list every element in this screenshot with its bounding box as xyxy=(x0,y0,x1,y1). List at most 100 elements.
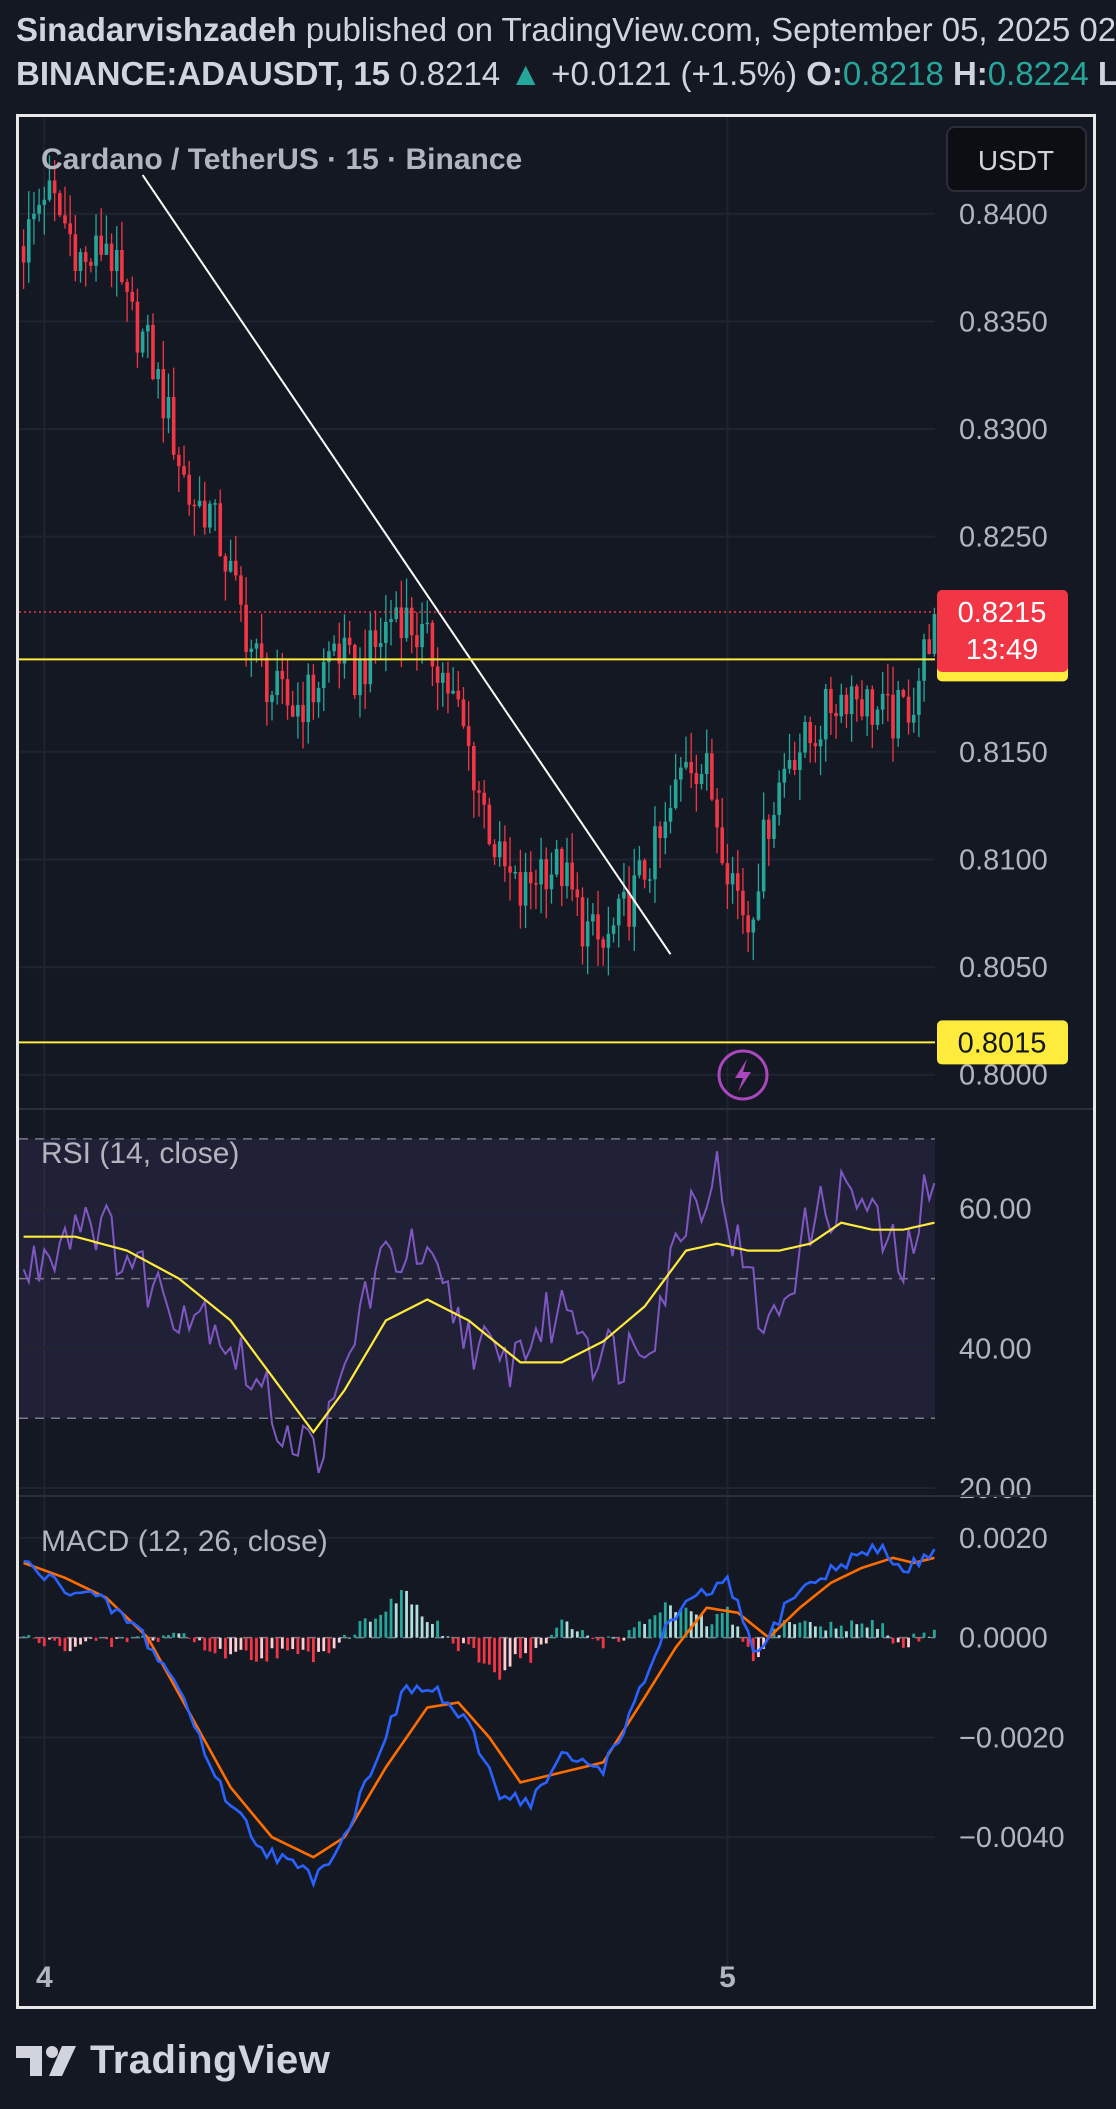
candle[interactable] xyxy=(409,597,414,654)
candle[interactable] xyxy=(735,850,740,920)
candle[interactable] xyxy=(710,738,714,802)
candle[interactable] xyxy=(78,248,83,283)
price-pane[interactable]: 0.8000 0.8050 0.8100 0.8150 0.8250 0.8300 0.83… xyxy=(19,155,1068,1092)
candle[interactable] xyxy=(694,754,699,812)
candle[interactable] xyxy=(523,852,528,928)
candle[interactable] xyxy=(503,825,507,882)
candle[interactable] xyxy=(849,675,854,742)
candle[interactable] xyxy=(534,869,538,910)
candle[interactable] xyxy=(911,687,916,733)
candle[interactable] xyxy=(239,566,243,622)
candle[interactable] xyxy=(870,685,875,749)
candle[interactable] xyxy=(32,192,36,245)
candle[interactable] xyxy=(772,802,776,849)
candle[interactable] xyxy=(875,706,880,730)
candle[interactable] xyxy=(446,661,450,714)
candle[interactable] xyxy=(347,620,352,655)
candle[interactable] xyxy=(156,362,160,399)
candle[interactable] xyxy=(166,373,171,434)
candle[interactable] xyxy=(477,781,481,817)
candle[interactable] xyxy=(440,662,445,707)
candle[interactable] xyxy=(435,647,440,711)
candle[interactable] xyxy=(622,863,626,917)
candle[interactable] xyxy=(316,681,321,718)
candle[interactable] xyxy=(751,917,756,961)
candle[interactable] xyxy=(389,599,393,646)
candle[interactable] xyxy=(425,600,430,634)
candle[interactable] xyxy=(161,340,166,443)
candle[interactable] xyxy=(580,887,585,965)
macd-signal-line[interactable] xyxy=(23,1556,935,1859)
candle[interactable] xyxy=(363,629,367,710)
candle[interactable] xyxy=(104,215,109,255)
candle[interactable] xyxy=(171,367,176,460)
candle[interactable] xyxy=(585,897,590,975)
candle[interactable] xyxy=(642,858,647,889)
candle[interactable] xyxy=(290,690,295,718)
candle[interactable] xyxy=(917,668,921,738)
candle[interactable] xyxy=(829,676,833,735)
candle[interactable] xyxy=(606,906,611,976)
candle[interactable] xyxy=(823,683,828,762)
candle[interactable] xyxy=(73,215,78,282)
candle[interactable] xyxy=(21,229,26,290)
candle[interactable] xyxy=(668,785,673,834)
candle[interactable] xyxy=(596,890,600,966)
candle[interactable] xyxy=(896,680,900,747)
candle[interactable] xyxy=(715,788,719,854)
candle[interactable] xyxy=(275,649,279,705)
candle[interactable] xyxy=(68,195,72,257)
candle[interactable] xyxy=(663,802,668,855)
candle[interactable] xyxy=(865,685,869,737)
candle[interactable] xyxy=(301,681,305,749)
candle[interactable] xyxy=(886,663,890,722)
chart-area[interactable]: 45 0.80000.80500.81000.81500.82500.83000… xyxy=(19,117,1093,2006)
candle[interactable] xyxy=(818,725,823,776)
candle[interactable] xyxy=(508,837,512,901)
candle[interactable] xyxy=(63,186,67,229)
candle[interactable] xyxy=(42,186,47,235)
candle[interactable] xyxy=(197,476,202,508)
candle[interactable] xyxy=(637,845,642,879)
candle[interactable] xyxy=(83,246,88,287)
candle[interactable] xyxy=(808,716,813,763)
candle[interactable] xyxy=(99,208,104,262)
candle[interactable] xyxy=(777,770,781,826)
candle[interactable] xyxy=(456,671,461,708)
candle[interactable] xyxy=(249,639,254,677)
candle[interactable] xyxy=(616,893,621,948)
candle[interactable] xyxy=(321,648,326,712)
candle[interactable] xyxy=(891,666,895,762)
candle[interactable] xyxy=(653,806,657,903)
candle[interactable] xyxy=(803,715,807,758)
candle[interactable] xyxy=(761,792,766,899)
candle[interactable] xyxy=(767,814,771,866)
candle[interactable] xyxy=(601,936,606,966)
candle[interactable] xyxy=(208,500,212,534)
candle[interactable] xyxy=(544,847,549,919)
candle[interactable] xyxy=(223,553,228,601)
candle[interactable] xyxy=(37,188,41,222)
candle[interactable] xyxy=(539,837,543,914)
candle[interactable] xyxy=(94,214,98,282)
candle[interactable] xyxy=(725,844,730,910)
candle[interactable] xyxy=(352,643,357,700)
candle[interactable] xyxy=(730,856,735,904)
candle[interactable] xyxy=(472,741,476,818)
tradingview-logo[interactable]: TradingView xyxy=(16,2032,330,2088)
author-name[interactable]: Sinadarvishzadeh xyxy=(16,11,297,48)
candle[interactable] xyxy=(358,647,362,718)
candle[interactable] xyxy=(611,917,616,943)
candle[interactable] xyxy=(673,753,678,810)
candle[interactable] xyxy=(218,489,223,557)
candle[interactable] xyxy=(461,687,466,729)
candle[interactable] xyxy=(699,764,704,790)
candle[interactable] xyxy=(927,623,932,655)
macd-line[interactable] xyxy=(23,1542,936,1889)
candle[interactable] xyxy=(798,733,802,800)
candle[interactable] xyxy=(311,664,316,720)
macd-pane[interactable]: 0.0020 0.0000 −0.0020 −0.0040 xyxy=(19,1523,1065,1889)
candle[interactable] xyxy=(233,536,238,581)
candle[interactable] xyxy=(513,865,518,880)
candle[interactable] xyxy=(285,658,290,720)
